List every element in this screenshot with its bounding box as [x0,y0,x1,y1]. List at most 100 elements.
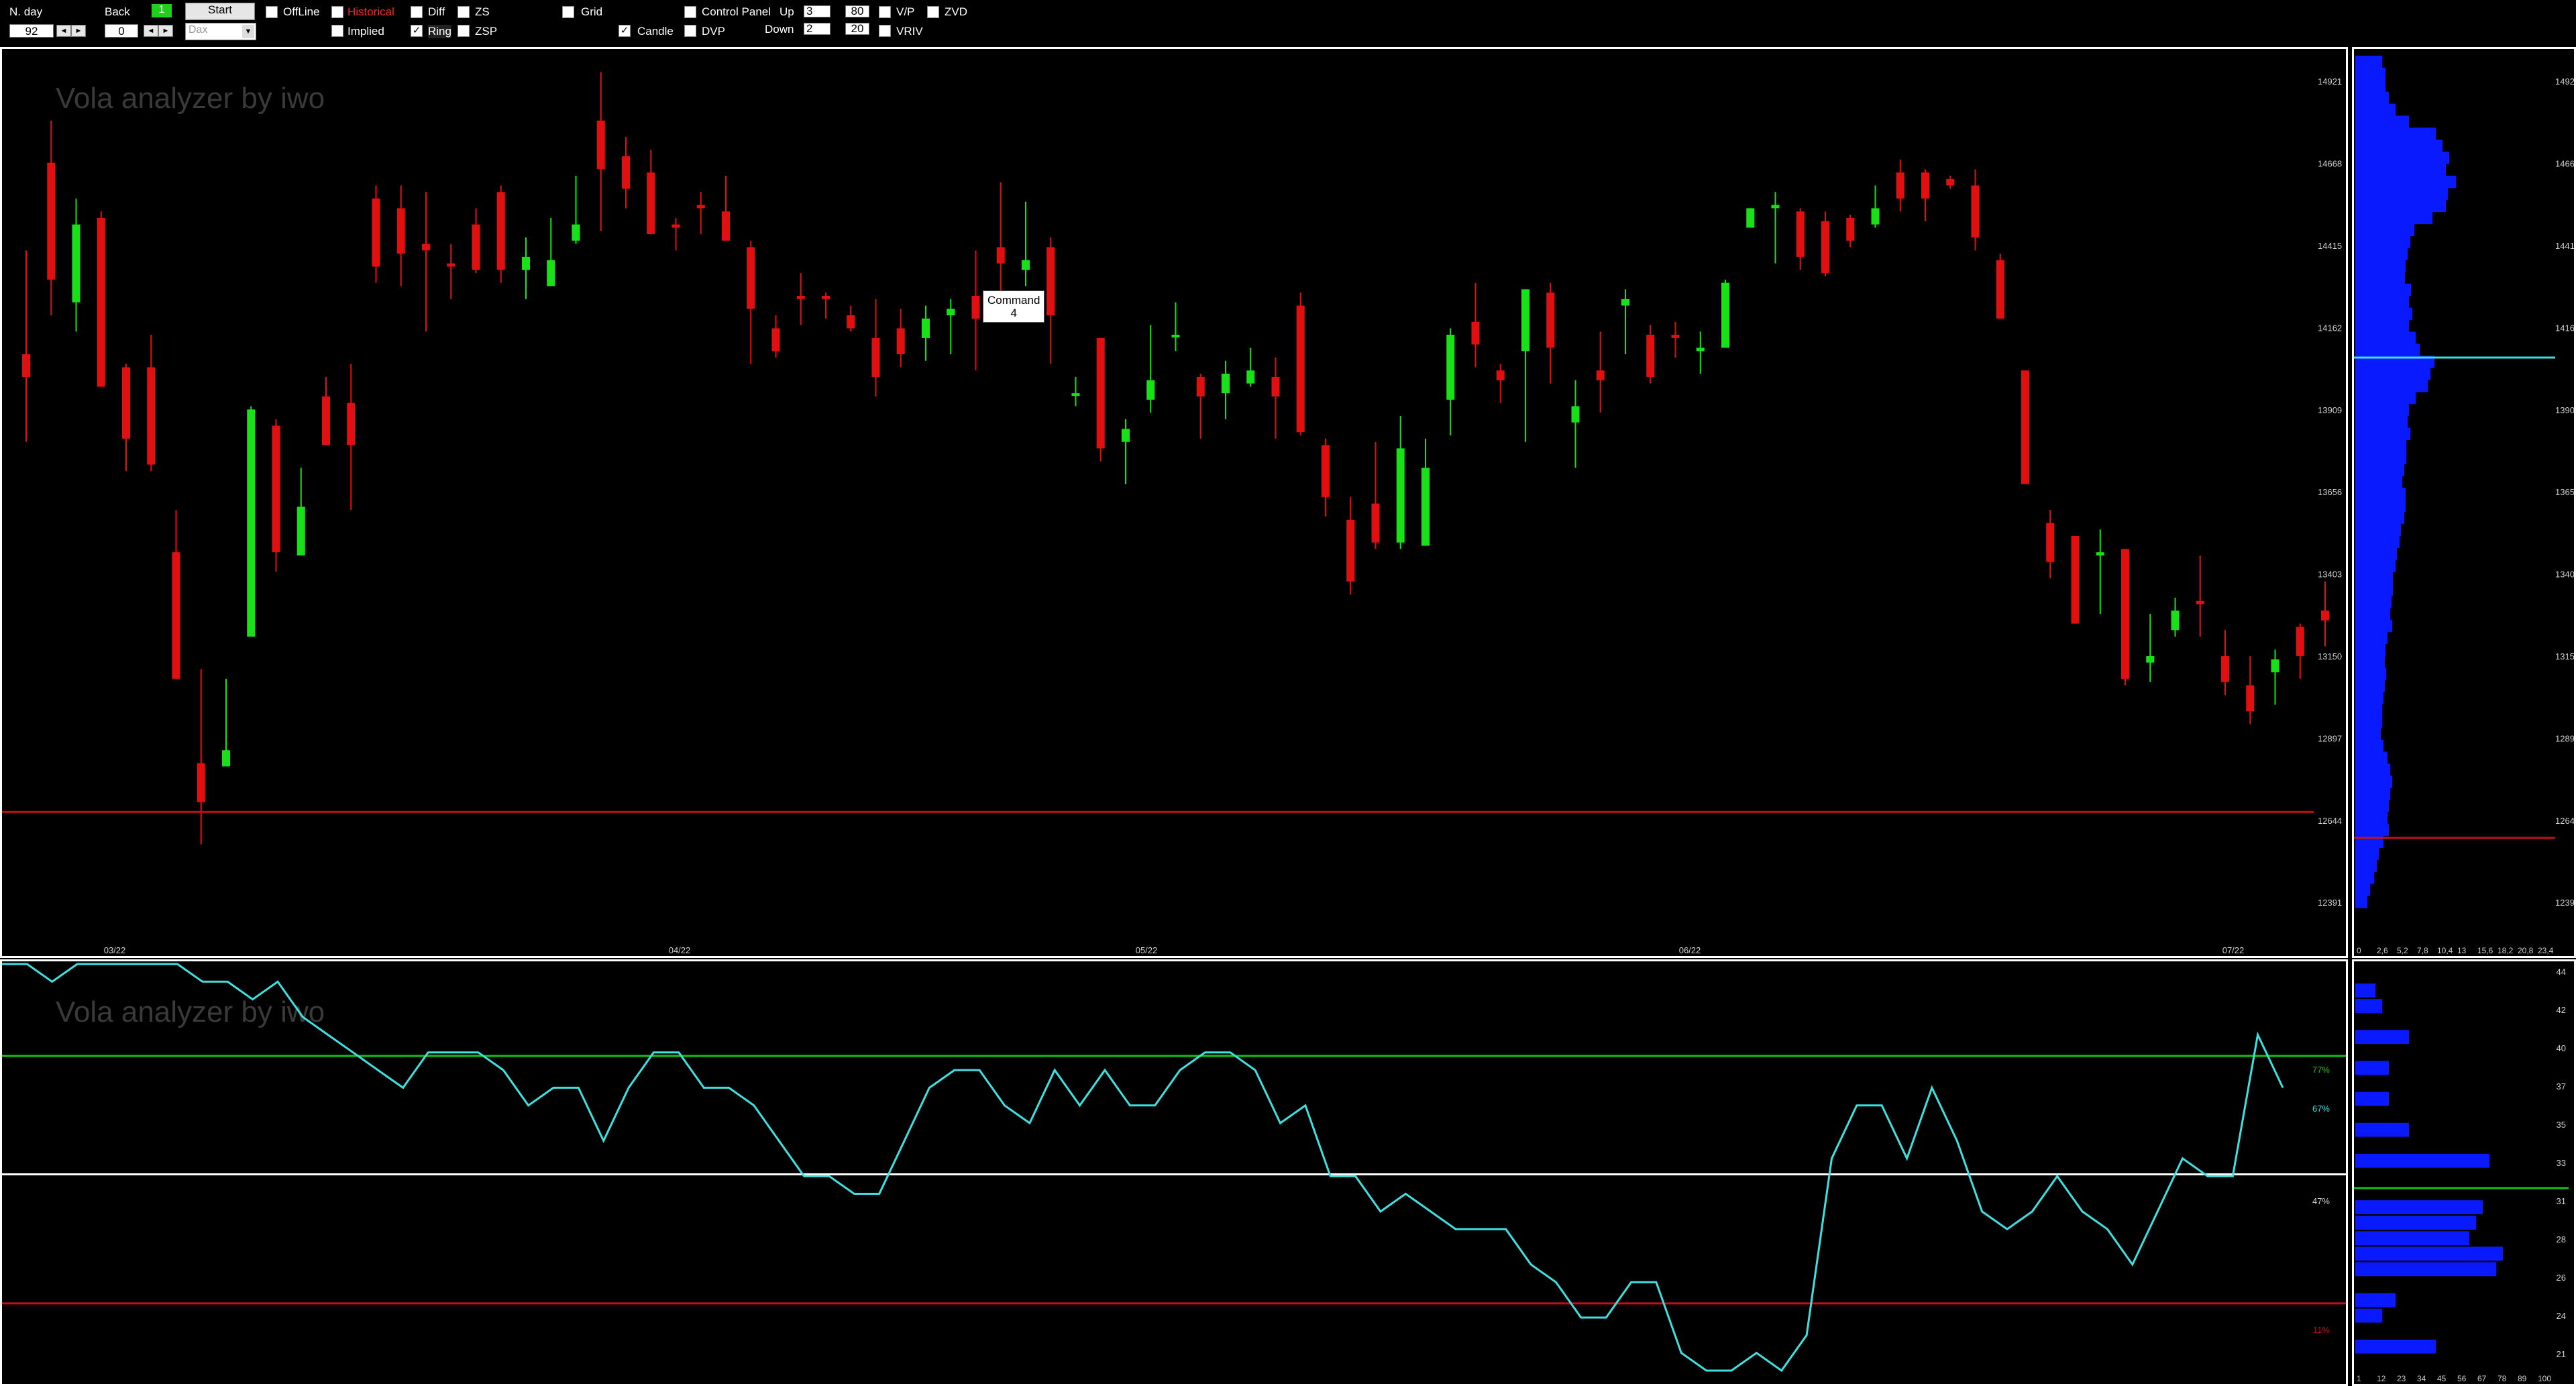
vol-histogram-x-label: 56 [2457,1374,2467,1383]
histogram-tick-label: 13909 [2555,405,2574,415]
y-tick-label: 14162 [2318,323,2342,333]
candle-body [1346,519,1355,582]
back-increment-button[interactable]: ► [158,25,173,37]
candle-body [1646,335,1655,377]
zs-label: ZS [475,5,490,18]
candle-body [1222,374,1230,394]
histogram-bar [2355,152,2449,164]
histogram-x-label: 18,2 [2498,946,2514,955]
histogram-bar [2355,67,2385,81]
y-tick-label: 13150 [2318,651,2342,661]
candle-body [596,120,605,170]
y-tick-label: 12391 [2318,898,2342,908]
histogram-tick-label: 13150 [2555,651,2574,661]
vol-histogram-bar [2355,1339,2436,1354]
candle-body [947,309,955,316]
candle-checkbox[interactable]: ✓ [619,25,631,37]
control-panel-checkbox[interactable] [684,6,696,18]
threshold-80-input[interactable]: 80 [845,5,869,17]
candle-body [1421,468,1430,546]
dvp-checkbox[interactable] [684,25,696,37]
nday-increment-button[interactable]: ► [71,25,86,37]
histogram-bar [2355,379,2428,392]
vol-histogram-x-label: 45 [2437,1374,2447,1383]
nday-decrement-button[interactable]: ◄ [56,25,71,37]
up-input[interactable]: 3 [804,5,830,17]
candle-body [2321,610,2329,621]
vol-histogram-tick-label: 26 [2557,1273,2566,1283]
histogram-bar [2355,103,2396,117]
candle-body [1371,503,1380,543]
vol-histogram-bar [2355,1030,2409,1045]
histogram-bar [2355,727,2381,741]
vol-histogram-x-label: 34 [2417,1374,2426,1383]
start-button[interactable]: Start [185,3,255,20]
vol-histogram-x-label: 78 [2498,1374,2507,1383]
histogram-bar [2355,535,2400,548]
offline-checkbox[interactable] [266,6,278,18]
zvd-checkbox[interactable] [927,6,939,18]
back-input[interactable]: 0 [105,24,138,38]
back-label: Back [105,5,130,18]
histogram-bar [2355,668,2386,680]
down-input[interactable]: 2 [804,23,830,35]
vol-histogram-tick-label: 31 [2557,1196,2566,1206]
vol-histogram-bar [2355,1308,2382,1323]
candle-body [2171,610,2180,631]
nday-input[interactable]: 92 [9,24,54,38]
candle-body [2071,535,2080,624]
vp-checkbox[interactable] [879,6,891,18]
implied-checkbox[interactable] [331,25,343,37]
histogram-bar [2355,260,2406,272]
histogram-tick-label: 12644 [2555,816,2574,826]
vol-histogram: 44 42 40 37 35 33 31 28 26 24 21 1 12 23 34 45 56 67 78 89… [2354,967,2569,1383]
candle-body [47,162,56,280]
candle-body [1396,448,1405,543]
histogram-bar [2355,763,2390,776]
vriv-checkbox[interactable] [879,25,891,37]
candle-body [22,354,30,377]
level-label: 67% [2312,1104,2330,1114]
y-tick-label: 13656 [2318,487,2342,497]
symbol-select[interactable]: Dax ▼ [185,23,256,40]
historical-checkbox[interactable] [331,6,343,18]
histogram-bar [2355,319,2409,333]
candle-body [422,244,430,251]
candle-body [1871,208,1880,225]
histogram-bar [2355,800,2389,812]
candle-body [871,337,880,377]
candle-body [971,295,980,319]
histogram-x-label: 2,6 [2377,946,2388,955]
back-decrement-button[interactable]: ◄ [144,25,158,37]
histogram-bar [2355,140,2443,152]
vol-watermark: Vola analyzer by iwo [56,996,325,1028]
historical-label: Historical [347,5,394,18]
histogram-bar [2355,499,2406,513]
vol-histogram-tick-label: 28 [2557,1234,2566,1244]
candle-label: Candle [637,25,674,38]
candle-body [1896,172,1904,199]
threshold-20-input[interactable]: 20 [845,23,869,35]
y-tick-label: 14415 [2318,241,2342,251]
zs-checkbox[interactable] [458,6,470,18]
diff-checkbox[interactable] [411,6,423,18]
candle-body [1546,292,1555,348]
histogram-bar [2355,127,2436,140]
candle-body [272,425,280,553]
candle-body [796,295,805,299]
vol-histogram-tick-label: 44 [2557,967,2566,977]
vol-histogram-panel: 44 42 40 37 35 33 31 28 26 24 21 1 12 23 34 45 56 67 78 89… [2352,959,2576,1386]
zsp-checkbox[interactable] [458,25,470,37]
x-axis-labels: 03/22 04/22 05/22 06/22 07/22 [104,945,2245,955]
histogram-bar [2355,680,2385,692]
histogram-bar [2355,655,2385,668]
grid-checkbox[interactable] [562,6,574,18]
vol-histogram-bar [2355,999,2382,1013]
ring-checkbox[interactable]: ✓ [411,25,423,37]
candle-body [2121,549,2129,679]
histogram-bar [2355,511,2404,525]
candle-body [97,217,105,387]
candle-body [2221,655,2229,682]
histogram-bar [2355,391,2416,405]
histogram-bar [2355,847,2379,861]
